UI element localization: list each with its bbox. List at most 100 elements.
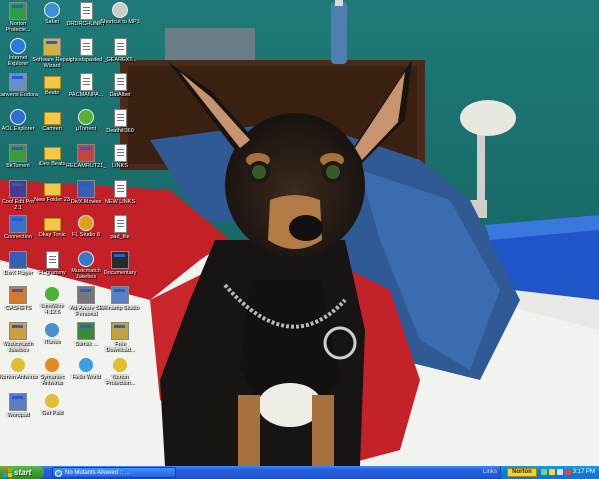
desktop-icon[interactable]: Get Paid: [34, 392, 70, 426]
desktop-icon-label: Get Paid: [41, 409, 63, 416]
desktop-icon-label: DatAlbet: [109, 92, 131, 98]
desktop-icon[interactable]: AOL Explorer: [0, 108, 36, 142]
desktop-icon[interactable]: Winamp Studio: [101, 285, 139, 319]
browser-icon: [55, 470, 62, 477]
document-icon: [113, 37, 127, 56]
desktop-icon[interactable]: DatAlbet: [102, 72, 138, 106]
desktop-icon[interactable]: Ad-Aware SE Personal: [68, 285, 104, 319]
folder-icon: [43, 182, 61, 196]
application-icon: [10, 357, 26, 373]
desktop-icon[interactable]: canvens Eudora: [0, 72, 38, 106]
desktop-icon[interactable]: DRDRCHUNKY: [66, 1, 106, 35]
desktop-icon[interactable]: Camren: [34, 108, 70, 142]
desktop-icon[interactable]: iDes Beats: [34, 143, 70, 177]
application-icon: [9, 250, 27, 269]
windows-logo-icon: [3, 468, 12, 477]
desktop-icon[interactable]: Symantec Antivirus: [34, 356, 70, 390]
desktop-icon[interactable]: pad_file: [102, 214, 138, 248]
desktop-icon[interactable]: Beats: [34, 72, 70, 106]
desktop-icon[interactable]: Free Download...: [102, 321, 138, 355]
desktop-icon[interactable]: Hello World: [68, 356, 104, 390]
desktop-icon[interactable]: Connection: [0, 214, 36, 248]
application-icon: [78, 250, 94, 267]
desktop-icon[interactable]: Deathill360: [102, 108, 138, 142]
document-icon: [113, 179, 127, 198]
application-icon: [77, 321, 95, 340]
security-tray-icon[interactable]: [549, 469, 555, 475]
desktop-icon[interactable]: Internet Explorer: [0, 37, 36, 71]
desktop-icon[interactable]: ghostspasted: [68, 37, 104, 71]
system-tray: Links Norton 3:17 PM: [483, 466, 599, 479]
desktop-icon-label: Documentary: [103, 269, 137, 276]
desktop-icon[interactable]: µTorrent: [68, 108, 104, 142]
desktop-icon[interactable]: FL grammy: [34, 250, 70, 284]
desktop-icon[interactable]: Norton Protection...: [102, 356, 138, 390]
document-icon: [45, 250, 59, 269]
application-icon: [78, 215, 94, 231]
desktop-icon[interactable]: Documentary: [102, 250, 138, 284]
application-icon: [9, 179, 27, 198]
application-icon: [111, 286, 129, 304]
application-icon: [9, 73, 27, 91]
network-tray-icon[interactable]: [541, 469, 547, 475]
desktop-icon[interactable]: Okay Tonic: [34, 214, 70, 248]
desktop-icon-label: Winamp Studio: [101, 305, 139, 311]
document-icon: [113, 108, 127, 127]
application-icon: [10, 108, 26, 125]
desktop-icon[interactable]: Stimsk ...: [68, 321, 104, 355]
application-icon: [77, 286, 95, 304]
application-icon: [77, 144, 95, 162]
application-icon: [9, 392, 27, 411]
start-label: start: [14, 468, 32, 477]
application-icon: [9, 2, 27, 20]
desktop-icon[interactable]: iTunes: [34, 321, 70, 355]
clock[interactable]: 3:17 PM: [573, 466, 595, 479]
application-icon: [10, 37, 26, 54]
taskbar-window-button[interactable]: No Mutants Allowed :: ...: [52, 467, 176, 478]
desktop-icon[interactable]: FL Studio 8: [68, 214, 104, 248]
desktop-icon[interactable]: Safari: [34, 1, 70, 35]
desktop-icon[interactable]: Norton Protecte...: [0, 1, 36, 35]
application-icon: [78, 357, 94, 373]
desktop-icon[interactable]: LINKS: [102, 143, 138, 177]
desktop-icon[interactable]: CASHETS: [0, 285, 36, 319]
application-icon: [9, 215, 27, 233]
desktop-icon[interactable]: Musicmatch Jukebox: [68, 250, 104, 284]
desktop-icon[interactable]: NEW LINKS: [102, 179, 138, 213]
desktop-icon[interactable]: RECAMRUT21_Instrum...: [66, 143, 106, 177]
desktop-icon[interactable]: Cool Edit Pro 2.1: [0, 179, 36, 213]
desktop-icon[interactable]: Shortcut to MP3: [100, 1, 140, 35]
start-button[interactable]: start: [0, 466, 44, 479]
application-icon: [77, 179, 95, 198]
desktop-icon[interactable]: PACMANPA...: [68, 72, 104, 106]
application-icon: [9, 321, 27, 340]
taskbar: start No Mutants Allowed :: ... Links No…: [0, 466, 599, 479]
application-icon: [44, 2, 60, 18]
desktop-icon[interactable]: _GEAREXT...: [102, 37, 138, 71]
application-icon: [44, 357, 60, 373]
desktop-icon[interactable]: BitTorrent: [0, 143, 36, 177]
folder-icon: [43, 111, 61, 125]
links-toolbar-label[interactable]: Links: [483, 466, 497, 479]
folder-icon: [43, 147, 61, 160]
application-icon: [111, 321, 129, 340]
desktop-icon[interactable]: Wordpad: [0, 392, 36, 426]
desktop-icon-label: pad_file: [110, 234, 130, 240]
desktop-icon[interactable]: Norton Antivirus: [0, 356, 37, 390]
desktop-icon-label: _GEAREXT...: [103, 56, 137, 63]
volume-tray-icon[interactable]: [557, 469, 563, 475]
norton-tray-button[interactable]: Norton: [507, 468, 537, 477]
document-icon: [113, 73, 127, 91]
desktop-icon[interactable]: Musicmatch Jukebox: [0, 321, 36, 355]
desktop-icon[interactable]: DivX Movies: [68, 179, 104, 213]
desktop-icon[interactable]: New Folder 23: [34, 179, 70, 213]
desktop-icon[interactable]: LimeWire 4.12.6: [34, 285, 70, 319]
desktop-icon[interactable]: DivX Player: [0, 250, 36, 284]
norton-tray-label: Norton: [512, 469, 532, 475]
document-icon: [79, 37, 93, 56]
desktop-icon[interactable]: Software Repair Wizard: [32, 37, 72, 71]
application-icon: [112, 2, 128, 18]
alert-tray-icon[interactable]: [565, 469, 571, 475]
document-icon: [113, 144, 127, 162]
application-icon: [44, 321, 60, 338]
